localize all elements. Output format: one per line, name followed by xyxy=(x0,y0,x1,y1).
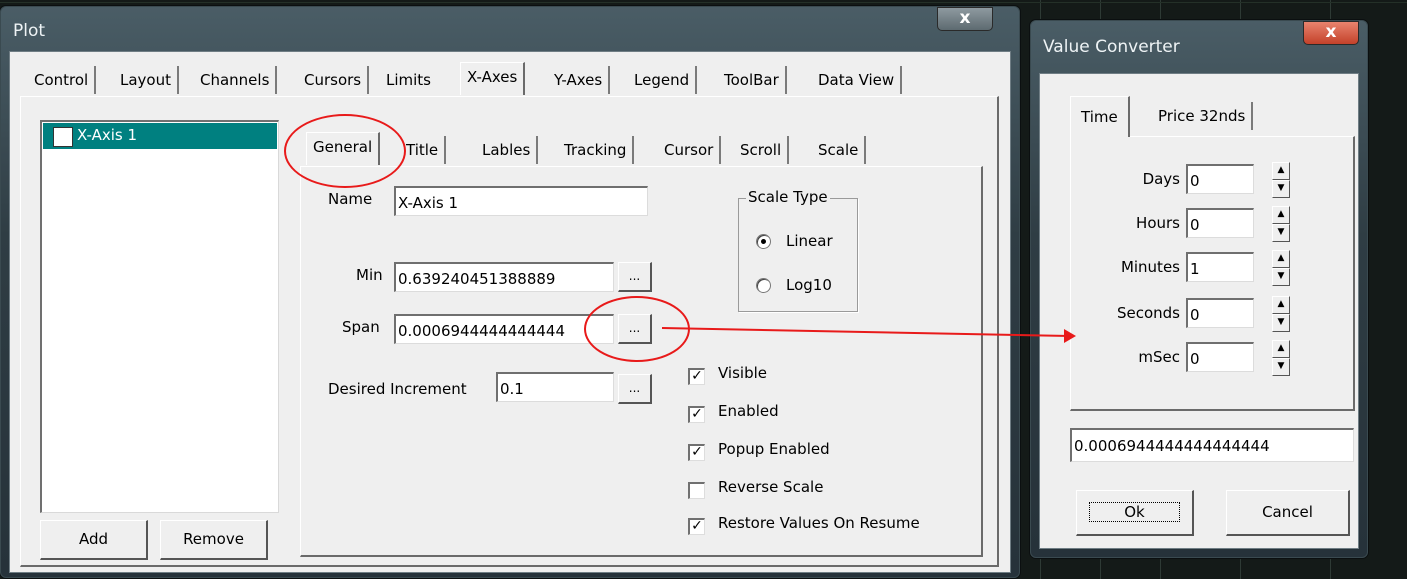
hours-spinner[interactable]: ▲ ▼ xyxy=(1272,206,1290,242)
days-label: Days xyxy=(1142,170,1180,188)
tab-time[interactable]: Time xyxy=(1070,96,1130,137)
arrow-head-icon xyxy=(1064,329,1076,343)
plot-client-area: Control Layout Channels Cursors Limits X… xyxy=(9,51,1011,573)
desired-increment-ellipsis-button[interactable]: ... xyxy=(618,374,652,404)
visible-label: Visible xyxy=(718,364,767,382)
log10-label: Log10 xyxy=(786,276,832,294)
spin-up-icon[interactable]: ▲ xyxy=(1272,206,1290,224)
tab-channels[interactable]: Channels xyxy=(194,66,278,94)
hours-input[interactable]: 0 xyxy=(1186,208,1254,238)
restore-values-checkbox[interactable]: ✓ xyxy=(688,518,705,535)
spin-up-icon[interactable]: ▲ xyxy=(1272,250,1290,268)
seconds-input[interactable]: 0 xyxy=(1186,298,1254,328)
tab-layout[interactable]: Layout xyxy=(114,66,179,94)
linear-radio[interactable] xyxy=(756,234,771,249)
hours-label: Hours xyxy=(1136,214,1180,232)
tab-control[interactable]: Control xyxy=(28,66,97,94)
spin-up-icon[interactable]: ▲ xyxy=(1272,340,1290,358)
min-label: Min xyxy=(356,266,383,284)
value-converter-window: Value Converter x Time Price 32nds Days … xyxy=(1030,20,1368,558)
min-ellipsis-button[interactable]: ... xyxy=(618,262,652,292)
arrow-line xyxy=(661,327,1071,337)
spin-up-icon[interactable]: ▲ xyxy=(1272,162,1290,180)
enabled-label: Enabled xyxy=(718,402,779,420)
min-input[interactable]: 0.639240451388889 xyxy=(394,262,614,292)
name-input[interactable]: X-Axis 1 xyxy=(394,186,648,216)
converter-close-button[interactable]: x xyxy=(1303,21,1359,45)
plot-close-button[interactable]: x xyxy=(937,7,993,31)
popup-enabled-checkbox[interactable]: ✓ xyxy=(688,444,705,461)
subtab-lables[interactable]: Lables xyxy=(476,136,539,164)
minutes-label: Minutes xyxy=(1120,258,1180,276)
restore-values-label: Restore Values On Resume xyxy=(718,514,920,532)
enabled-checkbox[interactable]: ✓ xyxy=(688,406,705,423)
tab-cursors[interactable]: Cursors xyxy=(298,66,370,94)
msec-label: mSec xyxy=(1138,348,1180,366)
list-item-label: X-Axis 1 xyxy=(77,126,138,144)
cancel-button[interactable]: Cancel xyxy=(1226,490,1350,536)
ok-button[interactable]: Ok xyxy=(1076,490,1194,536)
linear-label: Linear xyxy=(786,232,833,250)
span-label: Span xyxy=(342,318,380,336)
msec-input[interactable]: 0 xyxy=(1186,342,1254,372)
list-item[interactable]: X-Axis 1 xyxy=(43,123,277,149)
days-input[interactable]: 0 xyxy=(1186,164,1254,194)
span-input[interactable]: 0.0006944444444444 xyxy=(394,314,614,344)
ok-label: Ok xyxy=(1089,502,1180,522)
scale-type-label: Scale Type xyxy=(746,188,830,206)
minutes-spinner[interactable]: ▲ ▼ xyxy=(1272,250,1290,286)
spin-down-icon[interactable]: ▼ xyxy=(1272,180,1290,198)
msec-spinner[interactable]: ▲ ▼ xyxy=(1272,340,1290,376)
spin-up-icon[interactable]: ▲ xyxy=(1272,296,1290,314)
tab-toolbar[interactable]: ToolBar xyxy=(718,66,787,94)
minutes-input[interactable]: 1 xyxy=(1186,252,1254,282)
tab-limits[interactable]: Limits xyxy=(380,66,437,94)
converter-window-title: Value Converter xyxy=(1043,37,1180,57)
axis-list[interactable]: X-Axis 1 xyxy=(40,120,279,513)
annotation-arrow xyxy=(661,327,1076,343)
desired-increment-label: Desired Increment xyxy=(328,380,467,398)
subtab-scale[interactable]: Scale xyxy=(812,136,867,164)
log10-radio[interactable] xyxy=(756,278,771,293)
subtab-tracking[interactable]: Tracking xyxy=(558,136,635,164)
spin-down-icon[interactable]: ▼ xyxy=(1272,358,1290,376)
remove-button[interactable]: Remove xyxy=(160,520,268,560)
tab-legend[interactable]: Legend xyxy=(628,66,698,94)
result-field[interactable]: 0.0006944444444444444 xyxy=(1070,428,1354,462)
span-ellipsis-button[interactable]: ... xyxy=(618,314,652,344)
popup-enabled-label: Popup Enabled xyxy=(718,440,830,458)
visible-checkbox[interactable]: ✓ xyxy=(688,368,705,385)
seconds-label: Seconds xyxy=(1116,304,1180,322)
tab-price-32nds[interactable]: Price 32nds xyxy=(1152,102,1254,130)
converter-client-area: Time Price 32nds Days 0 ▲ ▼ Hours 0 ▲ ▼ Mi… xyxy=(1039,73,1359,549)
plot-window: Plot x Control Layout Channels Cursors L… xyxy=(0,6,1020,578)
reverse-scale-label: Reverse Scale xyxy=(718,478,824,496)
reverse-scale-checkbox[interactable] xyxy=(688,482,705,499)
spin-down-icon[interactable]: ▼ xyxy=(1272,268,1290,286)
days-spinner[interactable]: ▲ ▼ xyxy=(1272,162,1290,198)
subtab-general[interactable]: General xyxy=(306,132,381,165)
list-item-checkbox[interactable] xyxy=(53,127,73,147)
tab-y-axes[interactable]: Y-Axes xyxy=(548,66,611,94)
add-button[interactable]: Add xyxy=(40,520,148,560)
tab-x-axes[interactable]: X-Axes xyxy=(460,62,526,95)
scale-type-group xyxy=(738,198,858,312)
subtab-scroll[interactable]: Scroll xyxy=(734,136,790,164)
tab-data-view[interactable]: Data View xyxy=(812,66,903,94)
subtab-cursor[interactable]: Cursor xyxy=(658,136,722,164)
spin-down-icon[interactable]: ▼ xyxy=(1272,224,1290,242)
subtab-title[interactable]: Title xyxy=(400,136,447,164)
seconds-spinner[interactable]: ▲ ▼ xyxy=(1272,296,1290,332)
desired-increment-input[interactable]: 0.1 xyxy=(496,372,614,402)
name-label: Name xyxy=(328,190,373,208)
plot-window-title: Plot xyxy=(13,21,46,41)
general-tab-page xyxy=(300,166,983,557)
spin-down-icon[interactable]: ▼ xyxy=(1272,314,1290,332)
